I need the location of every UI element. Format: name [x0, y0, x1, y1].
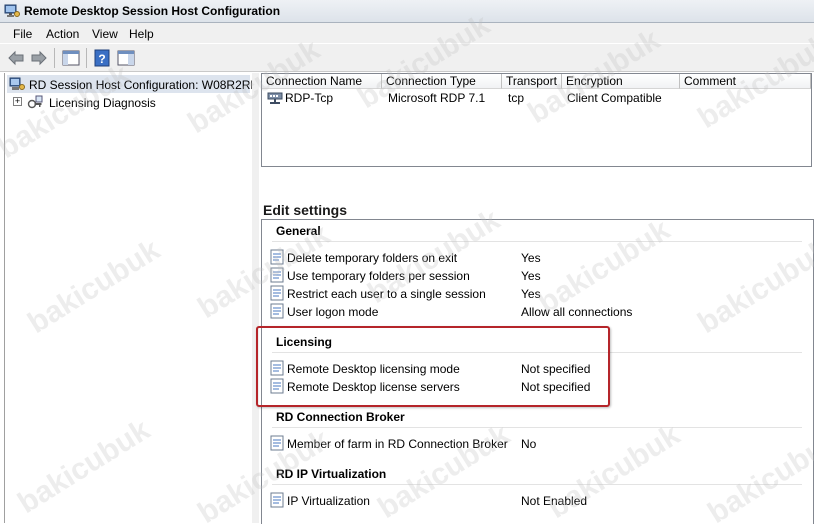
setting-name: Restrict each user to a single session: [287, 287, 486, 301]
menu-file[interactable]: File: [13, 27, 32, 41]
setting-name: Delete temporary folders on exit: [287, 251, 458, 265]
edit-settings-title: Edit settings: [263, 202, 348, 218]
section-title-rd-ip-virtualization: RD IP Virtualization: [276, 467, 387, 481]
setting-name: User logon mode: [287, 305, 379, 319]
setting-name: Use temporary folders per session: [287, 269, 470, 283]
remote-desktop-app-icon: [4, 4, 20, 17]
connections-list: Connection Name Connection Type Transpor…: [261, 73, 812, 167]
setting-row-user-logon-mode[interactable]: User logon mode Allow all connections: [270, 302, 790, 320]
show-hide-action-pane-icon[interactable]: [116, 48, 136, 68]
setting-document-icon: [270, 435, 284, 451]
setting-value: Yes: [521, 287, 541, 301]
pane-splitter[interactable]: [252, 73, 259, 523]
tree-item-licensing-diagnosis[interactable]: + Licensing Diagnosis: [11, 93, 231, 111]
setting-document-icon: [270, 249, 284, 265]
toolbar: ?: [0, 44, 814, 72]
setting-value: Allow all connections: [521, 305, 633, 319]
setting-value: No: [521, 437, 537, 451]
section-title-rd-connection-broker: RD Connection Broker: [276, 410, 405, 424]
cell-connection-name: RDP-Tcp: [285, 91, 334, 105]
tree-expander[interactable]: +: [13, 97, 22, 106]
network-connection-icon: [267, 92, 283, 104]
menu-action[interactable]: Action: [46, 27, 79, 41]
setting-value: Yes: [521, 251, 541, 265]
column-header-comment[interactable]: Comment: [680, 74, 811, 89]
tree-item-rd-session-host-configuration[interactable]: RD Session Host Configuration: W08R2RDHS: [7, 75, 276, 93]
menu-bar: File Action View Help: [0, 23, 814, 43]
help-icon[interactable]: ?: [92, 48, 112, 68]
setting-row-ip-virtualization[interactable]: IP Virtualization Not Enabled: [270, 491, 790, 509]
setting-row-delete-temp-folders[interactable]: Delete temporary folders on exit Yes: [270, 248, 790, 266]
back-arrow-icon[interactable]: [6, 48, 26, 68]
toolbar-separator: [54, 48, 55, 68]
section-divider: [272, 427, 802, 428]
svg-text:?: ?: [98, 52, 105, 66]
section-divider: [272, 241, 802, 242]
details-pane: Connection Name Connection Type Transpor…: [259, 73, 814, 524]
setting-row-restrict-single-session[interactable]: Restrict each user to a single session Y…: [270, 284, 790, 302]
tree-item-label: Licensing Diagnosis: [49, 96, 156, 110]
setting-name: IP Virtualization: [287, 494, 370, 508]
setting-document-icon: [270, 303, 284, 319]
menu-help[interactable]: Help: [129, 27, 154, 41]
toolbar-separator: [86, 48, 87, 68]
title-bar: Remote Desktop Session Host Configuratio…: [0, 0, 814, 23]
section-title-general: General: [276, 224, 321, 238]
setting-row-member-of-farm[interactable]: Member of farm in RD Connection Broker N…: [270, 434, 790, 452]
column-header-connection-name[interactable]: Connection Name: [262, 74, 382, 89]
menu-view[interactable]: View: [92, 27, 118, 41]
setting-document-icon: [270, 492, 284, 508]
cell-encryption: Client Compatible: [567, 91, 662, 105]
console-tree-pane: RD Session Host Configuration: W08R2RDHS…: [4, 73, 276, 523]
column-header-connection-type[interactable]: Connection Type: [382, 74, 502, 89]
forward-arrow-icon[interactable]: [29, 48, 49, 68]
licensing-diagnosis-icon: [27, 95, 43, 109]
setting-row-use-temp-folders[interactable]: Use temporary folders per session Yes: [270, 266, 790, 284]
setting-value: Yes: [521, 269, 541, 283]
tree-item-label: RD Session Host Configuration: W08R2RDHS: [29, 78, 276, 92]
setting-name: Member of farm in RD Connection Broker: [287, 437, 508, 451]
setting-document-icon: [270, 285, 284, 301]
show-hide-console-tree-icon[interactable]: [61, 48, 81, 68]
cell-connection-type: Microsoft RDP 7.1: [388, 91, 486, 105]
rd-server-icon: [9, 77, 25, 90]
section-divider: [272, 484, 802, 485]
window-title: Remote Desktop Session Host Configuratio…: [24, 4, 281, 18]
licensing-highlight-box: [256, 326, 610, 407]
setting-value: Not Enabled: [521, 494, 588, 508]
column-header-transport[interactable]: Transport: [502, 74, 562, 89]
cell-transport: tcp: [508, 91, 525, 105]
column-header-encryption[interactable]: Encryption: [562, 74, 680, 89]
setting-document-icon: [270, 267, 284, 283]
